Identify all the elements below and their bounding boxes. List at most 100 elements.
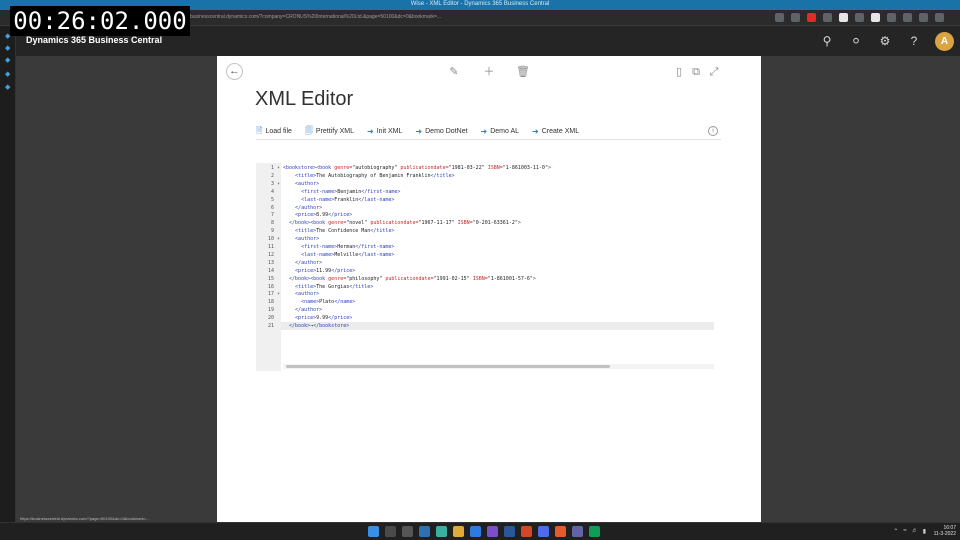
code-line[interactable]: <price>8.99</price>: [283, 211, 352, 219]
create-xml-button[interactable]: ➜ Create XML: [532, 127, 579, 136]
line-number: 1 ▾: [256, 164, 281, 172]
code-line[interactable]: <price>9.99</price>: [283, 314, 352, 322]
code-token: Herman: [337, 244, 356, 250]
scrollbar-thumb[interactable]: [286, 365, 610, 368]
start-icon[interactable]: [368, 526, 379, 537]
extension-icon[interactable]: [839, 13, 848, 22]
load-file-button[interactable]: 🗎 Load file: [256, 125, 292, 139]
line-number-text: 9: [270, 228, 274, 235]
battery-icon[interactable]: ▮: [923, 528, 926, 535]
extension-icon[interactable]: [855, 13, 864, 22]
widgets-icon[interactable]: [419, 526, 430, 537]
code-area[interactable]: <bookstore><book genre="autobiography" p…: [283, 163, 714, 363]
volume-icon[interactable]: ♬: [912, 528, 918, 535]
code-line[interactable]: <bookstore><book genre="autobiography" p…: [283, 164, 551, 172]
info-icon[interactable]: i: [708, 126, 718, 136]
code-token: <price>: [295, 315, 317, 322]
fold-chevron-icon[interactable]: ▾: [277, 164, 280, 172]
demo-dotnet-button[interactable]: ➜ Demo DotNet: [415, 127, 467, 136]
code-line[interactable]: <author>: [283, 180, 319, 188]
code-line[interactable]: <author>: [283, 290, 319, 298]
search-icon[interactable]: [385, 526, 396, 537]
extension-icon[interactable]: [775, 13, 784, 22]
fold-chevron-icon[interactable]: ▾: [277, 290, 280, 298]
rail-icon[interactable]: ◆: [5, 57, 11, 64]
document-icon: 🗐: [304, 125, 313, 135]
expand-icon[interactable]: ⤢: [707, 65, 721, 79]
extension-icon[interactable]: [887, 13, 896, 22]
code-line[interactable]: </author>: [283, 259, 322, 267]
status-link-preview: https://businesscentral.dynamics.com/?pa…: [18, 515, 190, 522]
extension-icon[interactable]: [823, 13, 832, 22]
record-icon[interactable]: [807, 13, 816, 22]
more-icon[interactable]: [935, 13, 944, 22]
code-token: "autobiography": [352, 165, 401, 171]
code-line[interactable]: <title>The Confidence Man</title>: [283, 227, 394, 235]
extension-icon[interactable]: [871, 13, 880, 22]
demo-al-button[interactable]: ➜ Demo AL: [481, 127, 520, 136]
bookmark-icon[interactable]: ▯: [672, 65, 686, 79]
vscode-icon[interactable]: [470, 526, 481, 537]
avatar[interactable]: A: [935, 31, 954, 51]
delete-icon[interactable]: 🗑: [516, 65, 530, 79]
code-line[interactable]: <first-name>Benjamin</first-name>: [283, 188, 400, 196]
bell-icon[interactable]: ⚪: [848, 31, 864, 51]
code-line[interactable]: <author>: [283, 235, 319, 243]
search-icon[interactable]: ⚲: [819, 31, 835, 51]
clock[interactable]: 16:07 11-3-2022: [928, 525, 956, 537]
code-line[interactable]: </book><book genre="novel" publicationda…: [283, 219, 521, 227]
line-number-text: 18: [267, 299, 274, 306]
chevron-up-icon[interactable]: ⌃: [893, 528, 898, 535]
code-line[interactable]: </author>: [283, 306, 322, 314]
code-token: Franklin: [334, 196, 359, 203]
open-new-window-icon[interactable]: ⧉: [689, 65, 703, 79]
app-icon[interactable]: [572, 526, 583, 537]
word-icon[interactable]: [504, 526, 515, 537]
extension-icon[interactable]: [791, 13, 800, 22]
profile-icon[interactable]: [919, 13, 928, 22]
puzzle-icon[interactable]: [903, 13, 912, 22]
line-number: 6: [256, 204, 281, 212]
code-line[interactable]: <last-name>Melville</last-name>: [283, 251, 394, 259]
powerpoint-icon[interactable]: [521, 526, 532, 537]
edit-icon[interactable]: ✎: [447, 65, 461, 79]
fold-chevron-icon[interactable]: ▾: [277, 235, 280, 243]
explorer-icon[interactable]: [453, 526, 464, 537]
app-icon[interactable]: [555, 526, 566, 537]
teams-icon[interactable]: [538, 526, 549, 537]
line-number-text: 14: [267, 267, 274, 274]
code-line[interactable]: </book><book genre="philosophy" publicat…: [283, 275, 536, 283]
code-line[interactable]: </book>→</bookstore>: [283, 322, 349, 330]
back-button[interactable]: ←: [226, 63, 243, 80]
code-line[interactable]: <title>The Autobiography of Benjamin Fra…: [283, 172, 455, 180]
app-icon[interactable]: [589, 526, 600, 537]
task-view-icon[interactable]: [402, 526, 413, 537]
code-token: ISBN=: [457, 220, 473, 227]
help-icon[interactable]: ?: [906, 31, 922, 51]
prettify-xml-button[interactable]: 🗐 Prettify XML: [305, 125, 354, 139]
wifi-icon[interactable]: ≈: [903, 528, 906, 535]
visual-studio-icon[interactable]: [487, 526, 498, 537]
add-icon[interactable]: ＋: [482, 65, 496, 79]
code-line[interactable]: </author>: [283, 204, 322, 212]
rail-icon[interactable]: ◆: [5, 84, 11, 91]
rail-icon[interactable]: ◆: [5, 71, 11, 78]
xml-code-editor[interactable]: 1 ▾ 2 3 ▾ 4 5 6 7 8 9 10 ▾ 11 12 13 14 15 16 17 ▾ 18 19 20 21 <b…: [256, 163, 714, 371]
edge-icon[interactable]: [436, 526, 447, 537]
code-token: </title>: [430, 172, 455, 179]
url-text[interactable]: businesscentral.dynamics.com/?company=CR…: [190, 14, 810, 22]
init-xml-button[interactable]: ➜ Init XML: [367, 127, 402, 136]
code-line[interactable]: <price>11.99</price>: [283, 267, 355, 275]
fold-chevron-icon[interactable]: ▾: [277, 180, 280, 188]
app-name[interactable]: Dynamics 365 Business Central: [26, 35, 162, 45]
code-token: The Confidence Man: [316, 228, 371, 235]
run-icon: ➜: [367, 127, 374, 136]
code-line[interactable]: <name>Plato</name>: [283, 298, 355, 306]
code-line[interactable]: <first-name>Herman</first-name>: [283, 243, 394, 251]
code-line[interactable]: <title>The Gorgias</title>: [283, 283, 373, 291]
code-line[interactable]: <last-name>Franklin</last-name>: [283, 196, 394, 204]
gear-icon[interactable]: ⚙: [877, 31, 893, 51]
rail-icon[interactable]: ◆: [5, 45, 11, 52]
